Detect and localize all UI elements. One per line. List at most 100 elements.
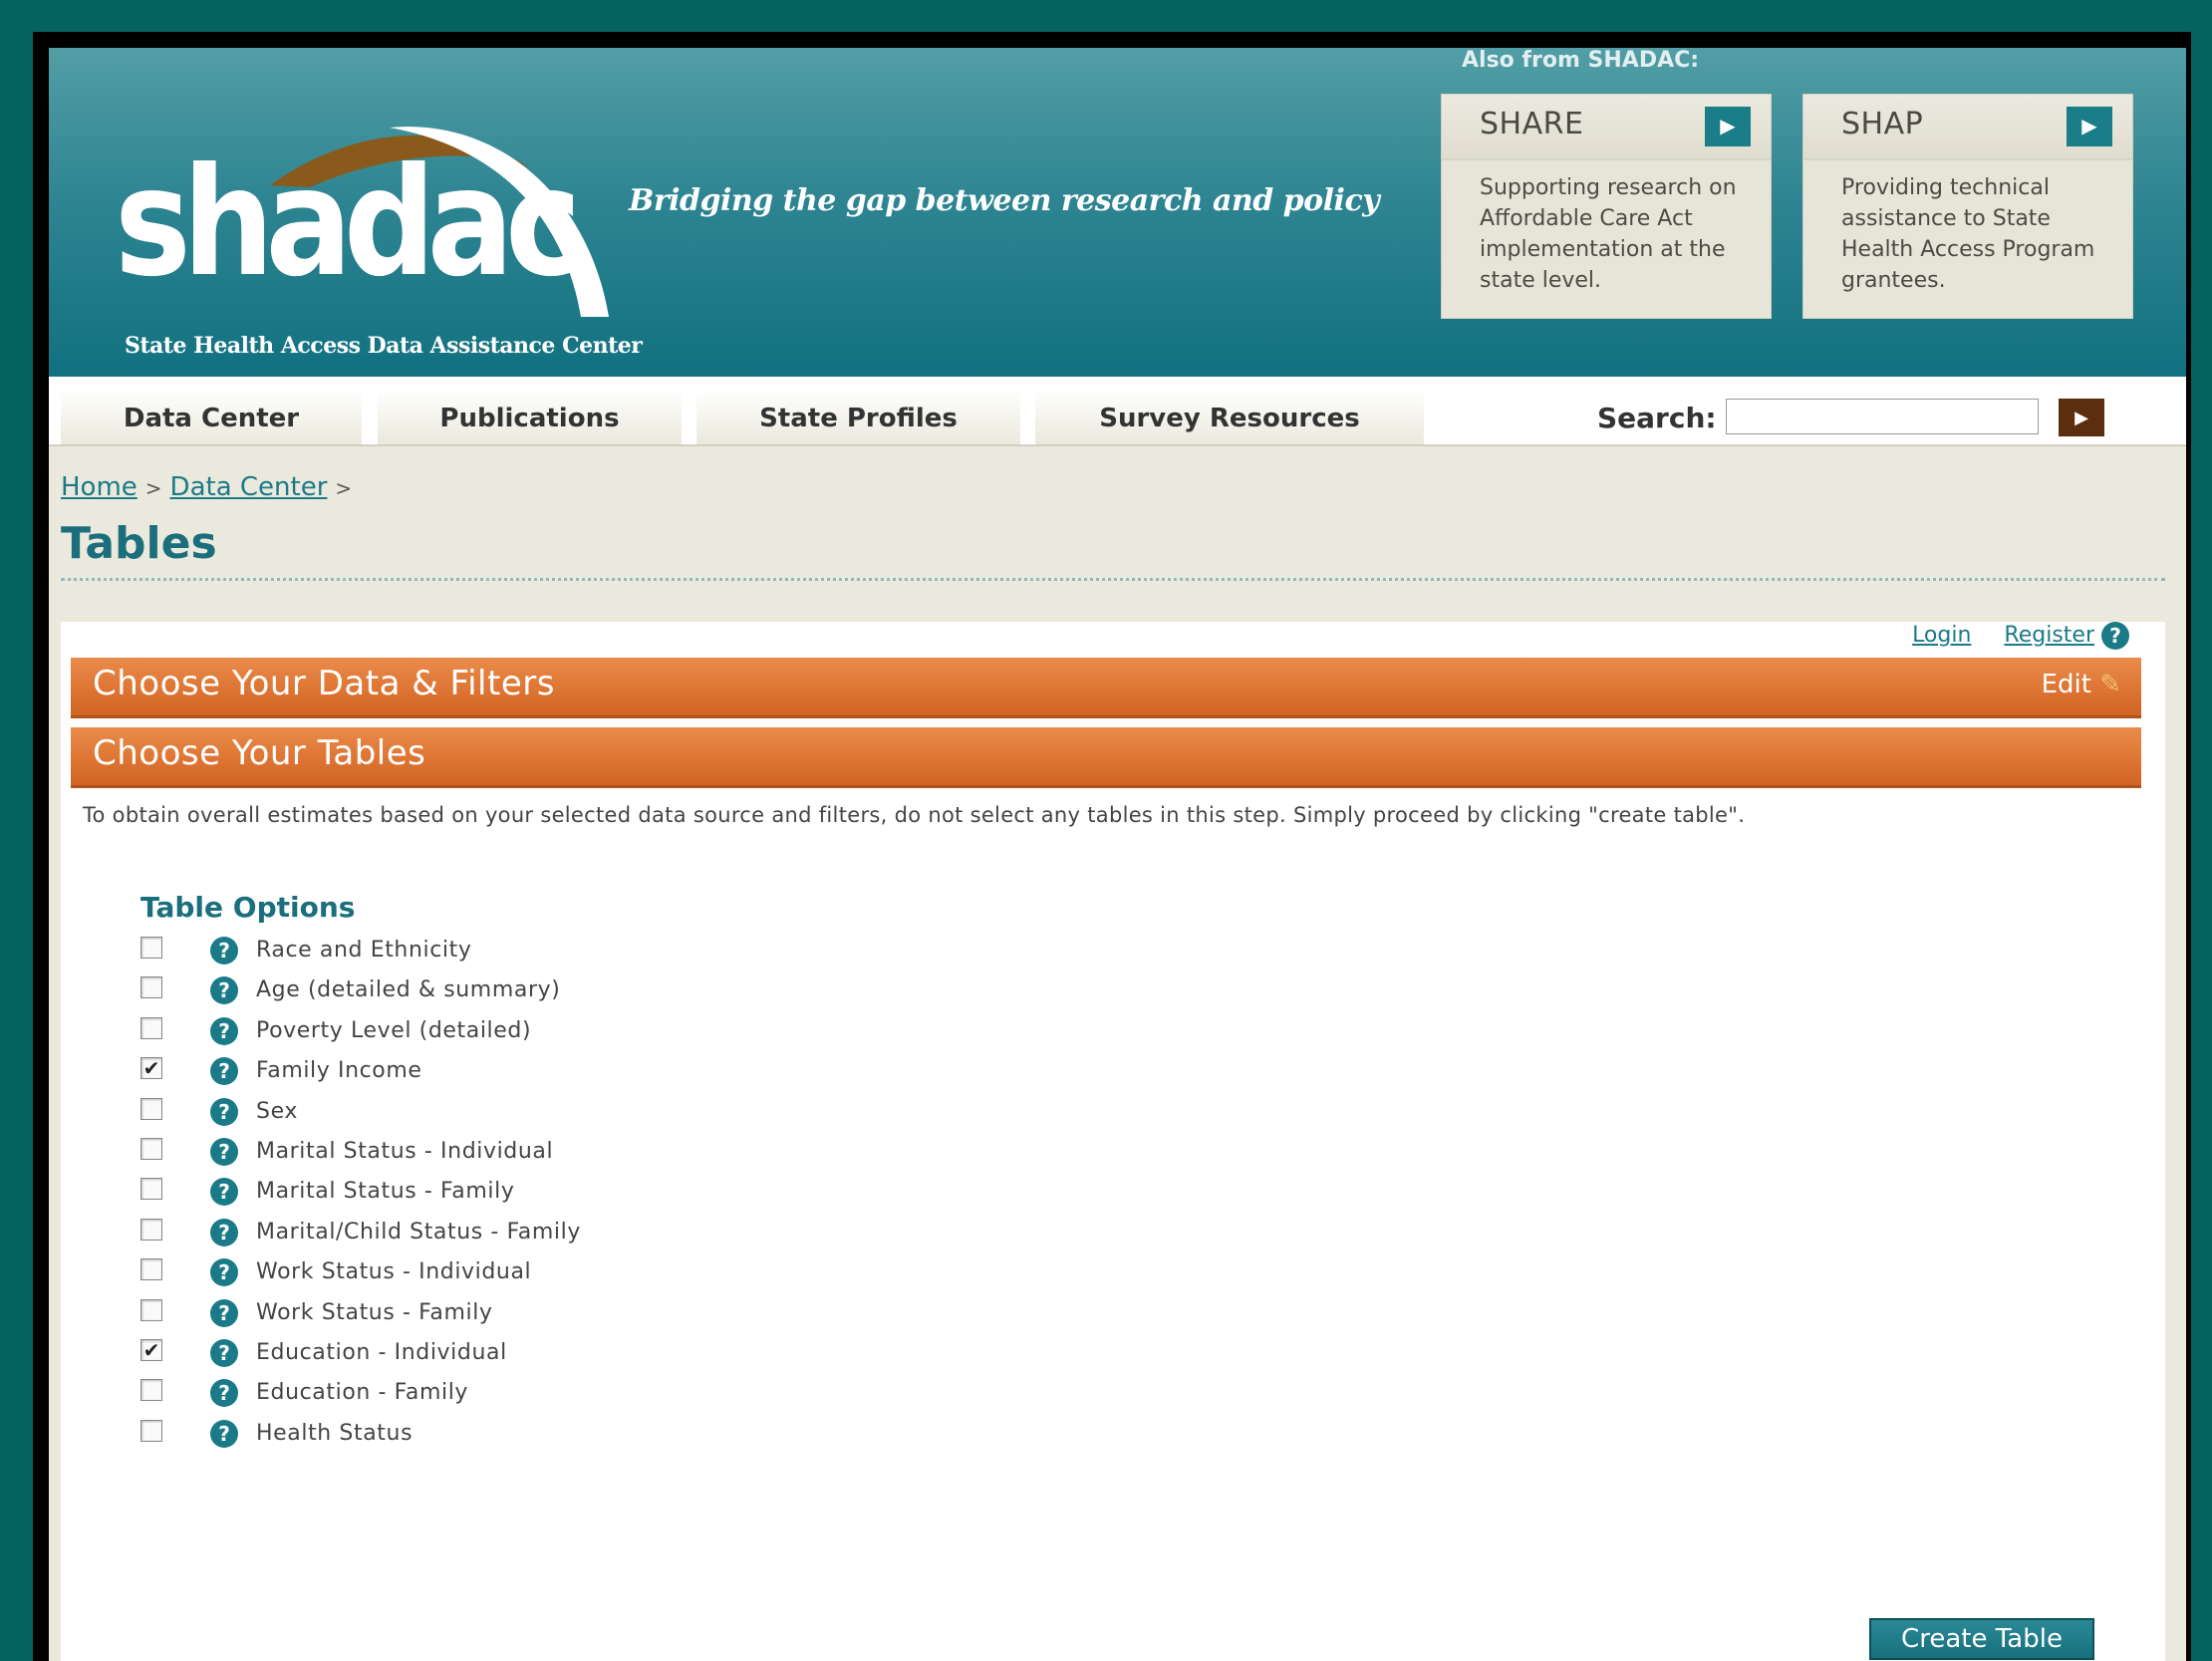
option-checkbox[interactable] bbox=[140, 1178, 162, 1201]
option-label: Health Status bbox=[256, 1420, 414, 1446]
register-link[interactable]: Register bbox=[2004, 623, 2094, 648]
promo-header: SHARE ▶ bbox=[1442, 95, 1771, 160]
promo-shap-arrow-button[interactable]: ▶ bbox=[2067, 107, 2112, 146]
logo-subtitle: State Health Access Data Assistance Cent… bbox=[125, 333, 643, 359]
option-checkbox[interactable] bbox=[140, 1137, 162, 1160]
list-item: ? Marital/Child Status - Family bbox=[140, 1217, 838, 1256]
option-checkbox[interactable] bbox=[140, 1379, 162, 1402]
option-label: Marital Status - Family bbox=[256, 1179, 515, 1205]
option-checkbox[interactable] bbox=[140, 1419, 162, 1442]
option-label: Marital Status - Individual bbox=[256, 1138, 554, 1164]
page: shadac State Health Access Data Assistan… bbox=[49, 48, 2186, 1661]
promo-share[interactable]: SHARE ▶ Supporting research on Affordabl… bbox=[1441, 94, 1772, 319]
option-checkbox[interactable] bbox=[140, 1218, 162, 1241]
help-icon[interactable]: ? bbox=[210, 937, 238, 965]
section-data-filters-bar[interactable]: Choose Your Data & Filters Edit ✎ bbox=[71, 658, 2141, 718]
search-submit-button[interactable]: ▶ bbox=[2059, 399, 2104, 436]
instructions-text: To obtain overall estimates based on you… bbox=[83, 803, 1746, 827]
section-title: Choose Your Tables bbox=[93, 733, 426, 773]
play-arrow-icon: ▶ bbox=[2081, 116, 2097, 138]
help-icon[interactable]: ? bbox=[210, 1419, 238, 1448]
option-label: Age (detailed & summary) bbox=[256, 977, 561, 1003]
list-item: ? Marital Status - Individual bbox=[140, 1136, 838, 1176]
search-input[interactable] bbox=[1726, 399, 2039, 434]
promo-description: Supporting research on Affordable Care A… bbox=[1480, 175, 1737, 293]
help-icon[interactable]: ? bbox=[210, 1258, 238, 1287]
option-checkbox[interactable] bbox=[140, 1016, 162, 1039]
list-item: ? Poverty Level (detailed) bbox=[140, 1015, 838, 1055]
edit-label: Edit bbox=[2041, 670, 2091, 699]
help-icon[interactable]: ? bbox=[210, 1097, 238, 1126]
list-item: ? Health Status bbox=[140, 1418, 838, 1458]
promo-header: SHAP ▶ bbox=[1803, 95, 2132, 160]
also-from-label: Also from SHADAC: bbox=[1462, 48, 1700, 73]
shadac-logo[interactable]: shadac State Health Access Data Assistan… bbox=[115, 108, 643, 367]
option-checkbox[interactable] bbox=[140, 976, 162, 999]
play-arrow-icon: ▶ bbox=[2074, 408, 2088, 427]
logo-wordmark: shadac bbox=[115, 137, 582, 310]
nav-tab-survey-resources[interactable]: Survey Resources bbox=[1035, 389, 1424, 444]
list-item: ? Age (detailed & summary) bbox=[140, 974, 838, 1014]
main-nav: Data Center Publications State Profiles … bbox=[49, 377, 2186, 446]
help-icon[interactable]: ? bbox=[210, 1137, 238, 1166]
list-item: ? Race and Ethnicity bbox=[140, 935, 838, 974]
option-checkbox[interactable] bbox=[140, 1097, 162, 1120]
list-item: ? Sex bbox=[140, 1096, 838, 1136]
option-checkbox[interactable] bbox=[140, 937, 162, 959]
option-label: Race and Ethnicity bbox=[256, 938, 472, 963]
auth-links: Login Register ? bbox=[1886, 622, 2129, 650]
option-label: Family Income bbox=[256, 1058, 422, 1084]
help-icon[interactable]: ? bbox=[210, 976, 238, 1005]
list-item: ✔ ? Education - Individual bbox=[140, 1337, 838, 1377]
login-link[interactable]: Login bbox=[1912, 623, 1971, 648]
help-icon[interactable]: ? bbox=[210, 1298, 238, 1327]
create-table-button[interactable]: Create Table bbox=[1869, 1618, 2094, 1660]
breadcrumb-home-link[interactable]: Home bbox=[61, 472, 138, 502]
list-item: ? Work Status - Individual bbox=[140, 1256, 838, 1296]
list-item: ? Work Status - Family bbox=[140, 1297, 838, 1337]
option-checkbox[interactable] bbox=[140, 1298, 162, 1321]
play-arrow-icon: ▶ bbox=[1720, 116, 1736, 138]
promo-description: Providing technical assistance to State … bbox=[1841, 175, 2095, 293]
help-icon[interactable]: ? bbox=[210, 1379, 238, 1408]
promo-shap[interactable]: SHAP ▶ Providing technical assistance to… bbox=[1802, 94, 2133, 319]
option-label: Education - Individual bbox=[256, 1339, 507, 1365]
page-title: Tables bbox=[61, 518, 217, 569]
breadcrumb-separator: > bbox=[144, 476, 162, 500]
content-panel: Login Register ? Choose Your Data & Filt… bbox=[61, 622, 2165, 1661]
option-label: Work Status - Individual bbox=[256, 1259, 532, 1285]
search-label: Search: bbox=[1597, 402, 1717, 434]
help-icon[interactable]: ? bbox=[210, 1178, 238, 1207]
promo-share-arrow-button[interactable]: ▶ bbox=[1705, 107, 1751, 146]
edit-link[interactable]: Edit ✎ bbox=[2042, 670, 2121, 699]
option-label: Work Status - Family bbox=[256, 1299, 493, 1325]
option-label: Education - Family bbox=[256, 1380, 469, 1406]
help-icon[interactable]: ? bbox=[210, 1338, 238, 1367]
option-checkbox[interactable] bbox=[140, 1258, 162, 1281]
list-item: ? Education - Family bbox=[140, 1377, 838, 1417]
breadcrumb-data-center-link[interactable]: Data Center bbox=[170, 472, 328, 502]
site-header: shadac State Health Access Data Assistan… bbox=[49, 48, 2186, 377]
option-label: Poverty Level (detailed) bbox=[256, 1017, 532, 1043]
breadcrumb-separator: > bbox=[335, 476, 353, 500]
list-item: ✔ ? Family Income bbox=[140, 1055, 838, 1095]
option-checkbox[interactable]: ✔ bbox=[140, 1057, 162, 1080]
option-checkbox[interactable]: ✔ bbox=[140, 1338, 162, 1361]
help-icon[interactable]: ? bbox=[210, 1218, 238, 1246]
pencil-icon: ✎ bbox=[2099, 670, 2121, 699]
option-label: Marital/Child Status - Family bbox=[256, 1219, 581, 1245]
help-icon[interactable]: ? bbox=[210, 1016, 238, 1045]
help-icon[interactable]: ? bbox=[210, 1057, 238, 1086]
nav-tab-state-profiles[interactable]: State Profiles bbox=[696, 389, 1020, 444]
breadcrumb: Home > Data Center > bbox=[61, 472, 360, 502]
table-options-heading: Table Options bbox=[140, 891, 356, 924]
nav-tab-data-center[interactable]: Data Center bbox=[61, 389, 362, 444]
promo-title: SHAP bbox=[1841, 107, 1924, 141]
help-icon[interactable]: ? bbox=[2101, 622, 2129, 650]
section-tables-bar[interactable]: Choose Your Tables bbox=[71, 727, 2141, 788]
nav-tab-publications[interactable]: Publications bbox=[378, 389, 682, 444]
title-divider bbox=[61, 578, 2165, 581]
list-item: ? Marital Status - Family bbox=[140, 1176, 838, 1216]
section-title: Choose Your Data & Filters bbox=[93, 664, 555, 703]
option-label: Sex bbox=[256, 1098, 298, 1124]
